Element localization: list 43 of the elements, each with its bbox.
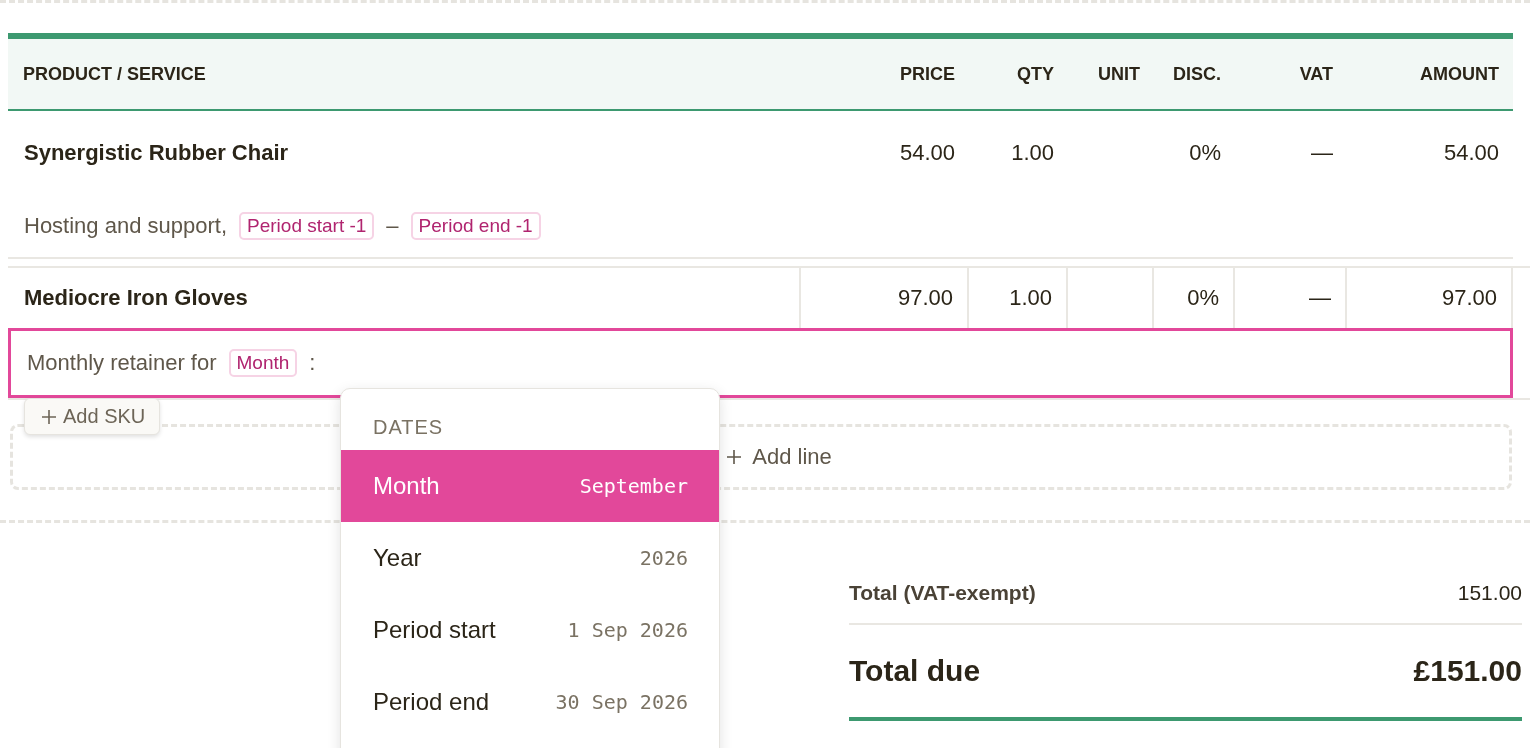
item-label: Period start (373, 616, 496, 644)
total-label: Total due (849, 654, 981, 688)
add-sku-button[interactable]: Add SKU (24, 398, 161, 435)
column-header: DISC. (1173, 63, 1221, 84)
table-cell: 54.00 (899, 140, 955, 165)
table-cell: 0% (1187, 285, 1219, 311)
product-name: Mediocre Iron Gloves (23, 285, 248, 311)
table-cell: — (1309, 285, 1331, 311)
description-text: Hosting and support, (24, 213, 228, 239)
column-header: PRICE (900, 63, 955, 84)
menu-item[interactable]: Period end 30 Sep 2026 (341, 666, 719, 738)
column-header: VAT (1299, 63, 1333, 84)
column-header: QTY (1017, 63, 1054, 84)
plus-icon (726, 449, 743, 465)
placeholder-tag[interactable]: Period start -1 (239, 212, 375, 240)
column-header: UNIT (1098, 63, 1140, 84)
plus-icon (41, 408, 57, 425)
total-value: £151.00 (1413, 654, 1522, 688)
description-text: – (386, 213, 399, 239)
menu-item[interactable]: Period start 1 Sep 2026 (341, 594, 719, 666)
table-cell: 1.00 (1009, 285, 1052, 311)
description-text: Monthly retainer for (27, 350, 217, 376)
total-label: Total (VAT-exempt) (849, 581, 1036, 605)
table-cell: 97.00 (1441, 285, 1497, 311)
product-name: Synergistic Rubber Chair (23, 140, 289, 165)
column-header: AMOUNT (1420, 63, 1499, 84)
table-cell: 54.00 (1443, 140, 1499, 165)
total-value: 151.00 (1457, 581, 1522, 605)
item-value: 30 Sep 2026 (555, 690, 688, 714)
item-label: Period end (373, 688, 490, 716)
placeholder-tag[interactable]: Period end -1 (410, 212, 541, 240)
item-value: 1 Sep 2026 (567, 618, 688, 642)
table-cell: 97.00 (897, 285, 953, 311)
table-cell: — (1311, 140, 1333, 165)
table-cell: 1.00 (1011, 140, 1054, 165)
column-header: PRODUCT / SERVICE (23, 63, 206, 84)
placeholder-tag[interactable]: Month (228, 349, 298, 377)
item-value: 2026 (639, 546, 688, 570)
description-text: : (309, 350, 316, 376)
menu-item[interactable]: Year 2026 (341, 522, 719, 594)
item-label: Year (373, 544, 422, 572)
table-cell: 0% (1189, 140, 1221, 165)
menu-item[interactable]: Month September (341, 450, 719, 522)
